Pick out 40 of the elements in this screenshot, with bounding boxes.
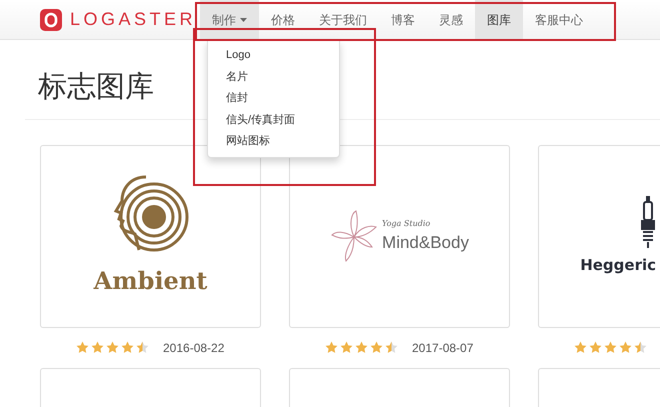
star-icon bbox=[340, 341, 353, 354]
logo-card[interactable]: Yoga Studio Mind&Body bbox=[289, 144, 510, 328]
star-icon bbox=[604, 341, 617, 354]
star-icon bbox=[76, 341, 89, 354]
star-icon bbox=[325, 341, 338, 354]
menu-item[interactable]: 信封 bbox=[208, 88, 339, 110]
page-title: 标志图库 bbox=[38, 70, 154, 105]
date-label: 2016-08-22 bbox=[163, 340, 224, 357]
star-icon bbox=[634, 341, 647, 354]
star-icon bbox=[106, 341, 119, 354]
logo-card[interactable]: Ambient bbox=[40, 144, 261, 328]
logo-wordmark: Heggeric bbox=[580, 255, 656, 276]
nav-link[interactable]: 价格 bbox=[259, 0, 307, 40]
lily-icon bbox=[330, 209, 378, 264]
logo-wordmark: Ambient bbox=[94, 265, 208, 298]
nav-link[interactable]: 灵感 bbox=[427, 0, 475, 40]
star-icon bbox=[385, 341, 398, 354]
nav-link[interactable]: 博客 bbox=[379, 0, 427, 40]
caret-icon bbox=[240, 18, 247, 22]
logo-icon bbox=[40, 8, 62, 30]
star-icon bbox=[619, 341, 632, 354]
star-icon bbox=[370, 341, 383, 354]
star-icon bbox=[589, 341, 602, 354]
star-icon bbox=[574, 341, 587, 354]
star-icon bbox=[136, 341, 149, 354]
logo-wordmark: Mind&Body bbox=[382, 232, 469, 254]
spark-plug-icon bbox=[640, 196, 656, 248]
logo-tagline: Yoga Studio bbox=[382, 218, 432, 230]
star-icon bbox=[91, 341, 104, 354]
menu-item[interactable]: 信头/传真封面 bbox=[208, 110, 339, 131]
star-icon bbox=[355, 341, 368, 354]
logo-card[interactable]: Heggeric bbox=[538, 144, 660, 328]
logo-text[interactable]: LOGASTER bbox=[70, 6, 196, 33]
star-icon bbox=[121, 341, 134, 354]
nav-link[interactable]: 图库 bbox=[475, 0, 523, 40]
nav-link[interactable]: 客服中心 bbox=[523, 0, 595, 40]
date-label: 2017-08-07 bbox=[412, 340, 474, 357]
menu-item[interactable]: 名片 bbox=[208, 66, 339, 88]
menu-item[interactable]: Logo bbox=[208, 45, 339, 66]
nav-link[interactable]: 关于我们 bbox=[307, 0, 379, 40]
